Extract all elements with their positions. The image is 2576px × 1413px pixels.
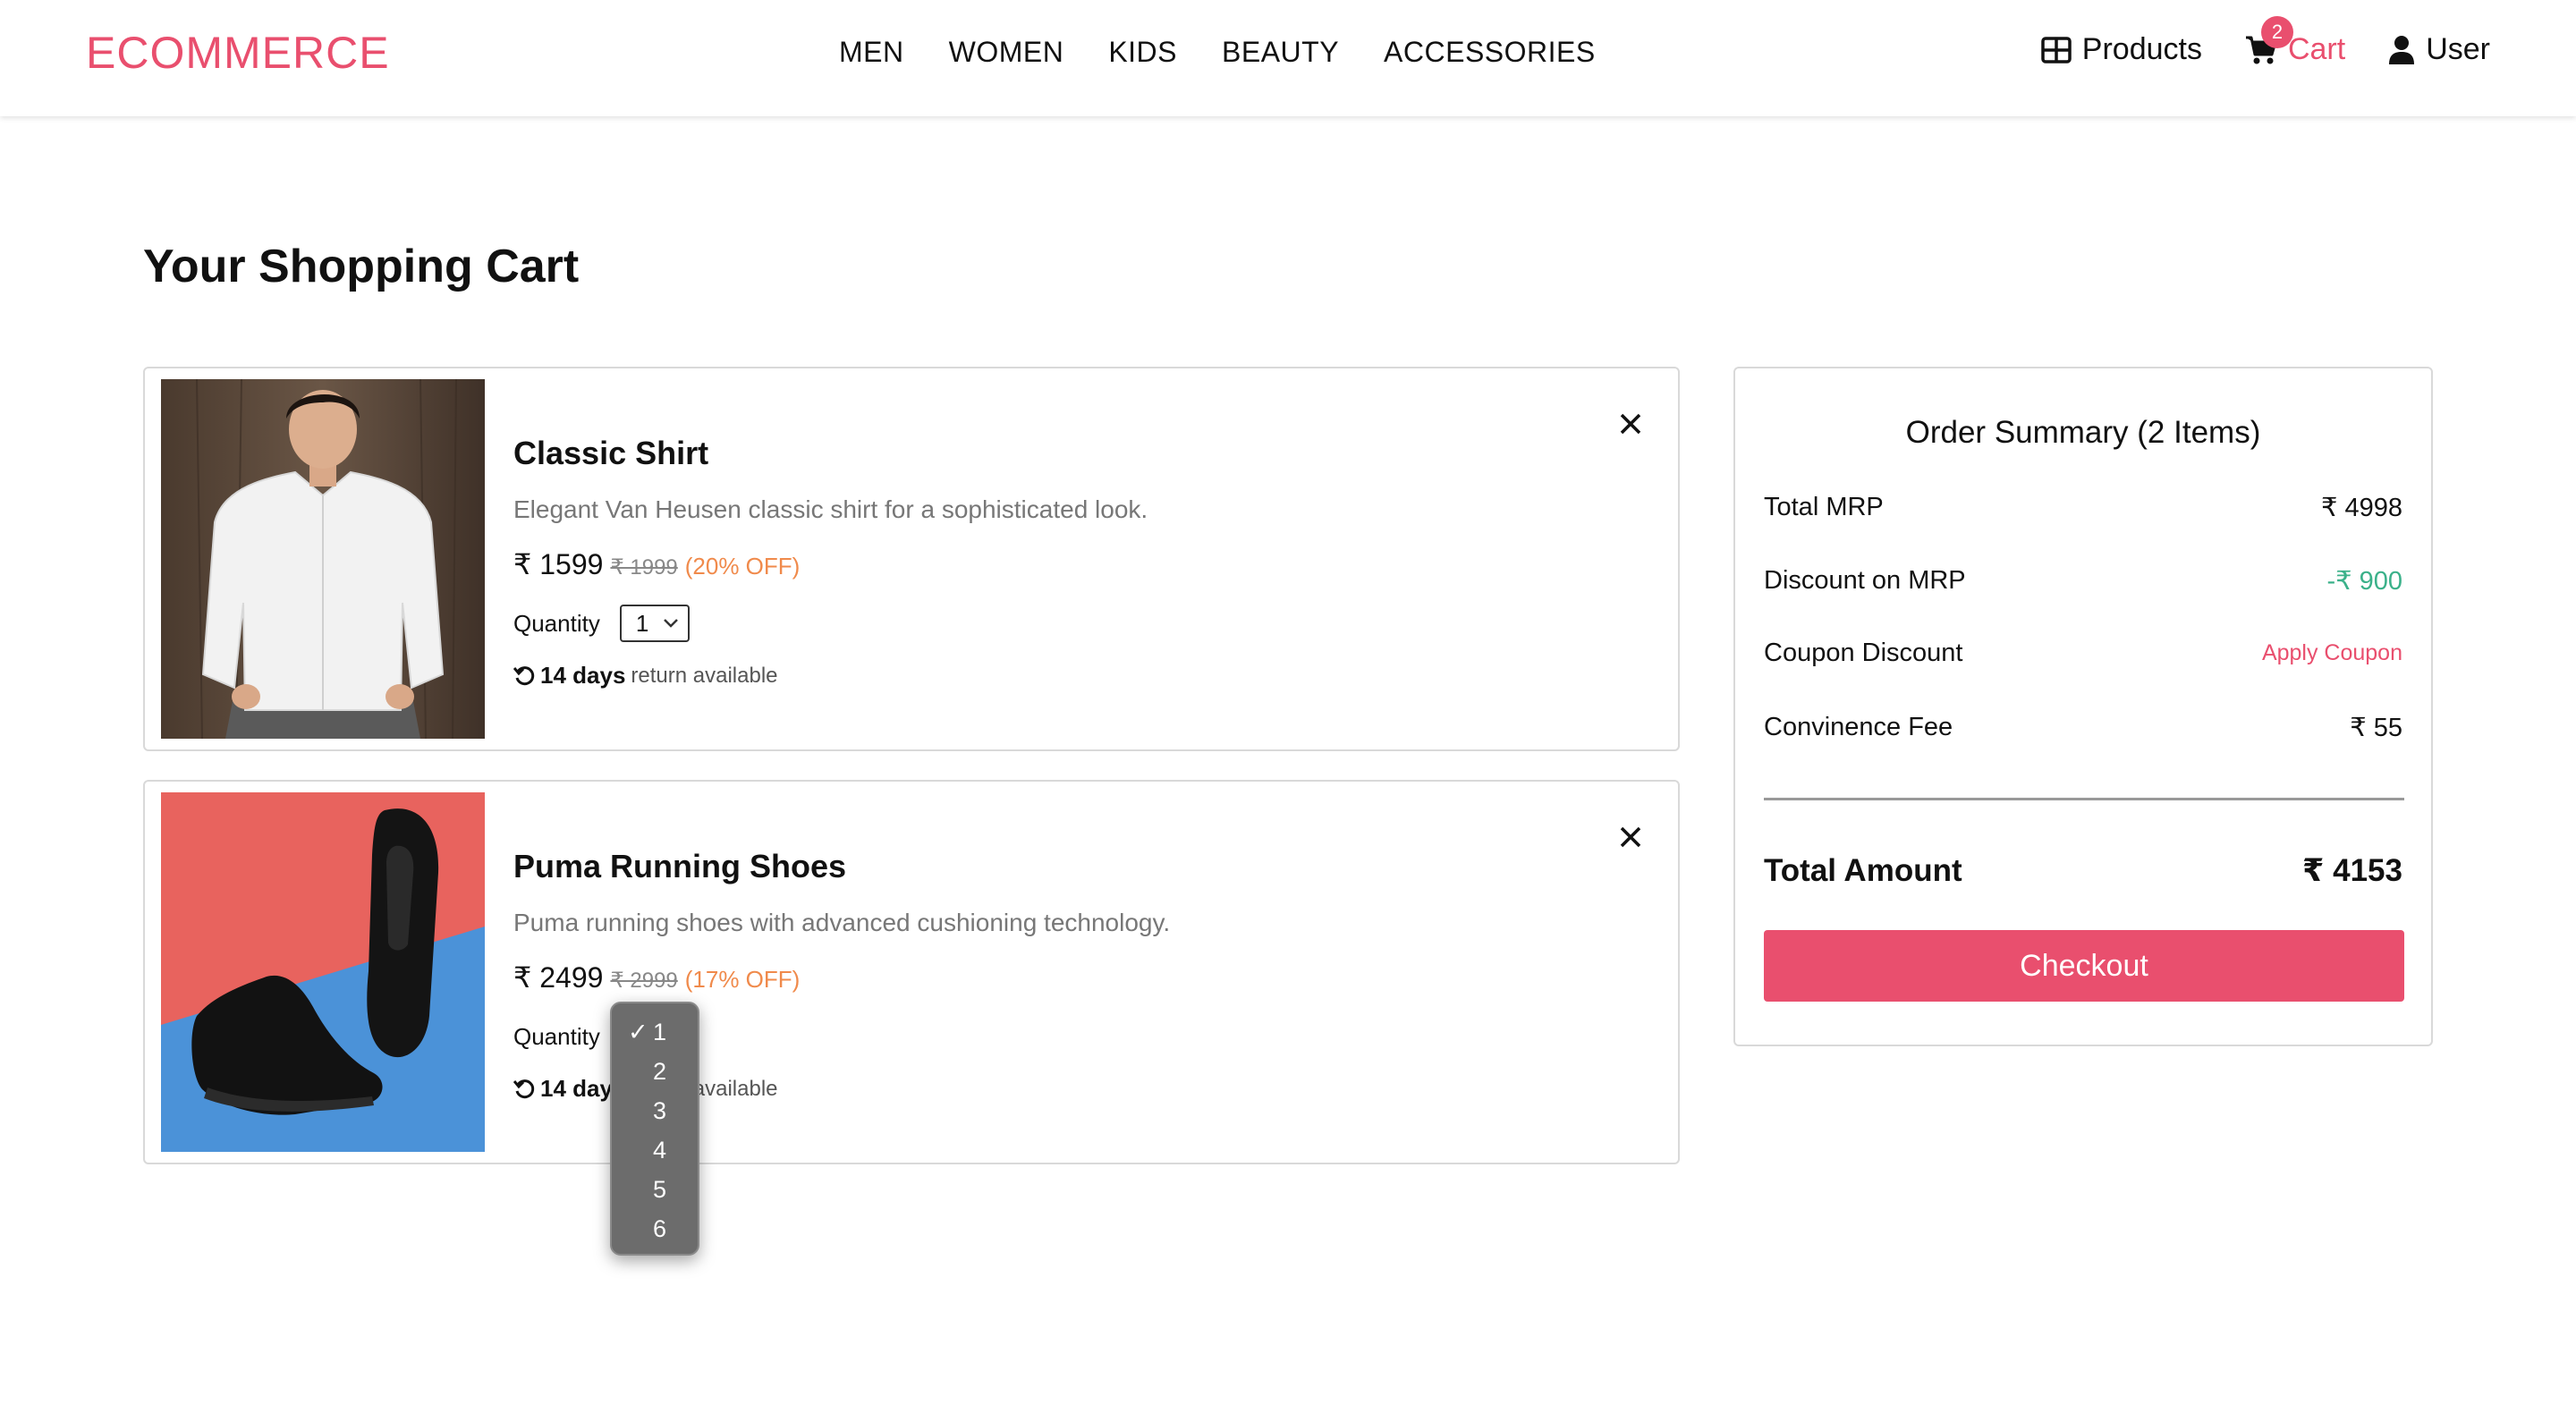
price-row: ₹ 2499 ₹ 2999 (17% OFF) <box>513 960 1170 994</box>
summary-label: Discount on MRP <box>1764 566 1966 595</box>
return-icon <box>513 1079 535 1098</box>
quantity-value: 1 <box>635 609 649 637</box>
product-image[interactable] <box>161 792 485 1152</box>
quantity-select[interactable]: 1 <box>619 605 690 642</box>
summary-row-coupon: Coupon Discount Apply Coupon <box>1764 639 2402 668</box>
nav-women[interactable]: WOMEN <box>949 36 1064 69</box>
order-summary-panel: Order Summary (2 Items) Total MRP ₹ 4998… <box>1733 367 2433 1046</box>
original-price: ₹ 1999 <box>610 555 678 580</box>
remove-item-button[interactable] <box>1619 819 1642 857</box>
price: ₹ 2499 <box>513 961 604 994</box>
return-text: return available <box>631 663 778 688</box>
quantity-option[interactable]: 4 <box>612 1130 698 1170</box>
products-grid-icon <box>2041 36 2072 63</box>
return-icon <box>513 665 535 685</box>
summary-value: ₹ 55 <box>2350 714 2402 742</box>
summary-label: Total MRP <box>1764 493 1884 521</box>
top-navbar: ECOMMERCE MEN WOMEN KIDS BEAUTY ACCESSOR… <box>0 0 2576 116</box>
quantity-option[interactable]: 3 <box>612 1091 698 1130</box>
cart-link[interactable]: 2 Cart <box>2245 16 2346 67</box>
return-info: 14 days return available <box>513 662 1148 690</box>
quantity-label: Quantity <box>513 609 600 637</box>
user-link[interactable]: User <box>2388 32 2490 67</box>
total-value: ₹ 4153 <box>2302 853 2402 888</box>
price-row: ₹ 1599 ₹ 1999 (20% OFF) <box>513 547 1148 581</box>
header-actions: Products 2 Cart User <box>2041 16 2490 67</box>
product-description: Elegant Van Heusen classic shirt for a s… <box>513 495 1148 523</box>
product-description: Puma running shoes with advanced cushion… <box>513 909 1171 936</box>
summary-row-fee: Convinence Fee ₹ 55 <box>1764 712 2402 743</box>
item-info: Classic Shirt Elegant Van Heusen classic… <box>513 435 1148 690</box>
nav-men[interactable]: MEN <box>839 36 904 69</box>
products-label: Products <box>2081 32 2202 66</box>
quantity-option[interactable]: ✓ 1 <box>612 1012 698 1052</box>
quantity-option[interactable]: 2 <box>612 1052 698 1091</box>
summary-row-discount: Discount on MRP -₹ 900 <box>1764 565 2402 597</box>
quantity-label: Quantity <box>513 1022 600 1050</box>
nav-kids[interactable]: KIDS <box>1108 36 1177 69</box>
summary-label: Convinence Fee <box>1764 713 1953 741</box>
summary-value: ₹ 4998 <box>2320 494 2402 522</box>
summary-label: Coupon Discount <box>1764 639 1963 667</box>
order-summary-title: Order Summary (2 Items) <box>1905 415 2261 450</box>
original-price: ₹ 2999 <box>610 969 678 993</box>
chevron-down-icon <box>663 619 678 628</box>
brand-logo[interactable]: ECOMMERCE <box>86 27 390 79</box>
summary-value: -₹ 900 <box>2326 567 2402 596</box>
remove-item-button[interactable] <box>1619 406 1642 444</box>
apply-coupon-link[interactable]: Apply Coupon <box>2262 640 2402 666</box>
summary-row-total-mrp: Total MRP ₹ 4998 <box>1764 492 2402 523</box>
user-label: User <box>2426 32 2490 66</box>
quantity-option[interactable]: 5 <box>612 1170 698 1209</box>
cart-label: Cart <box>2287 32 2346 66</box>
user-icon <box>2389 35 2415 64</box>
cart-item: Puma Running Shoes Puma running shoes wi… <box>143 780 1680 1164</box>
quantity-dropdown-menu: ✓ 1 2 3 4 5 6 <box>610 1002 699 1256</box>
check-icon: ✓ <box>628 1018 648 1045</box>
product-name[interactable]: Puma Running Shoes <box>513 848 1170 885</box>
category-nav: MEN WOMEN KIDS BEAUTY ACCESSORIES <box>839 36 1596 69</box>
total-label: Total Amount <box>1764 853 1962 888</box>
quantity-row: Quantity 1 <box>513 605 1148 642</box>
close-icon <box>1620 826 1641 848</box>
summary-divider <box>1764 798 2404 800</box>
cart-item: Classic Shirt Elegant Van Heusen classic… <box>143 367 1680 751</box>
products-link[interactable]: Products <box>2041 32 2202 67</box>
nav-accessories[interactable]: ACCESSORIES <box>1384 36 1596 69</box>
return-days: 14 days <box>540 662 626 689</box>
discount-percent: (20% OFF) <box>684 553 801 580</box>
price: ₹ 1599 <box>513 548 604 580</box>
product-image[interactable] <box>161 379 485 739</box>
checkout-button[interactable]: Checkout <box>1764 930 2404 1002</box>
product-name[interactable]: Classic Shirt <box>513 435 1148 472</box>
cart-count-badge: 2 <box>2260 16 2293 48</box>
page-title: Your Shopping Cart <box>143 241 580 292</box>
nav-beauty[interactable]: BEAUTY <box>1222 36 1339 69</box>
quantity-option[interactable]: 6 <box>612 1209 698 1248</box>
close-icon <box>1620 413 1641 435</box>
summary-row-total: Total Amount ₹ 4153 <box>1764 853 2402 889</box>
discount-percent: (17% OFF) <box>684 966 801 993</box>
